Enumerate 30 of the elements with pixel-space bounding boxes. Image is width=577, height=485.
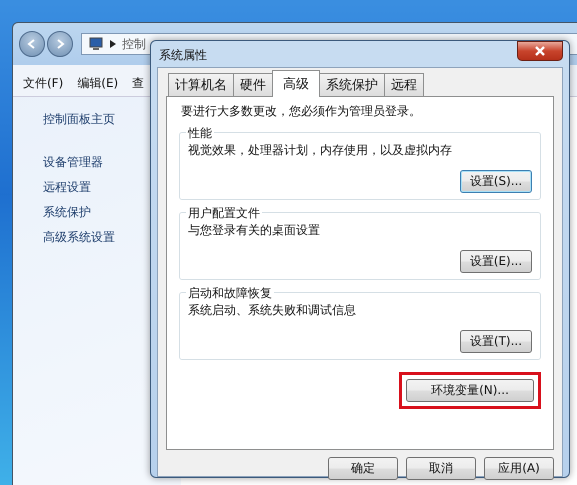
tab[interactable]: 系统保护 — [319, 73, 385, 96]
settings-button[interactable]: 设置(S)... — [460, 170, 532, 193]
environment-variables-button[interactable]: 环境变量(N)... — [406, 379, 534, 402]
forward-button[interactable] — [47, 31, 73, 57]
back-button[interactable] — [19, 31, 45, 57]
tab[interactable]: 高级 — [272, 70, 320, 97]
group-description: 与您登录有关的桌面设置 — [188, 222, 321, 239]
breadcrumb-item[interactable]: 控制 — [122, 36, 146, 52]
menu-item[interactable]: 编辑(E) — [77, 75, 118, 92]
chevron-icon — [110, 40, 116, 48]
dialog-button[interactable]: 应用(A) — [484, 457, 554, 480]
group-description: 系统启动、系统失败和调试信息 — [188, 302, 357, 319]
group-title: 性能 — [186, 125, 214, 142]
computer-icon — [88, 37, 104, 51]
admin-notice: 要进行大多数更改，您必须作为管理员登录。 — [181, 103, 422, 120]
group-description: 视觉效果，处理器计划，内存使用，以及虚拟内存 — [188, 142, 453, 159]
tab[interactable]: 计算机名 — [168, 73, 234, 96]
settings-button[interactable]: 设置(T)... — [460, 330, 532, 353]
group-title: 用户配置文件 — [186, 205, 262, 222]
window-title: 系统属性 — [158, 47, 207, 64]
menu-item[interactable]: 查 — [132, 75, 144, 92]
close-icon — [534, 46, 546, 56]
close-button[interactable] — [517, 41, 563, 61]
dialog-button[interactable]: 取消 — [406, 457, 476, 480]
menu-item[interactable]: 文件(F) — [23, 75, 64, 92]
group-title: 启动和故障恢复 — [186, 285, 274, 302]
settings-button[interactable]: 设置(E)... — [460, 250, 532, 273]
tab[interactable]: 远程 — [384, 73, 424, 96]
dialog-button[interactable]: 确定 — [328, 457, 398, 480]
tab[interactable]: 硬件 — [233, 73, 273, 96]
